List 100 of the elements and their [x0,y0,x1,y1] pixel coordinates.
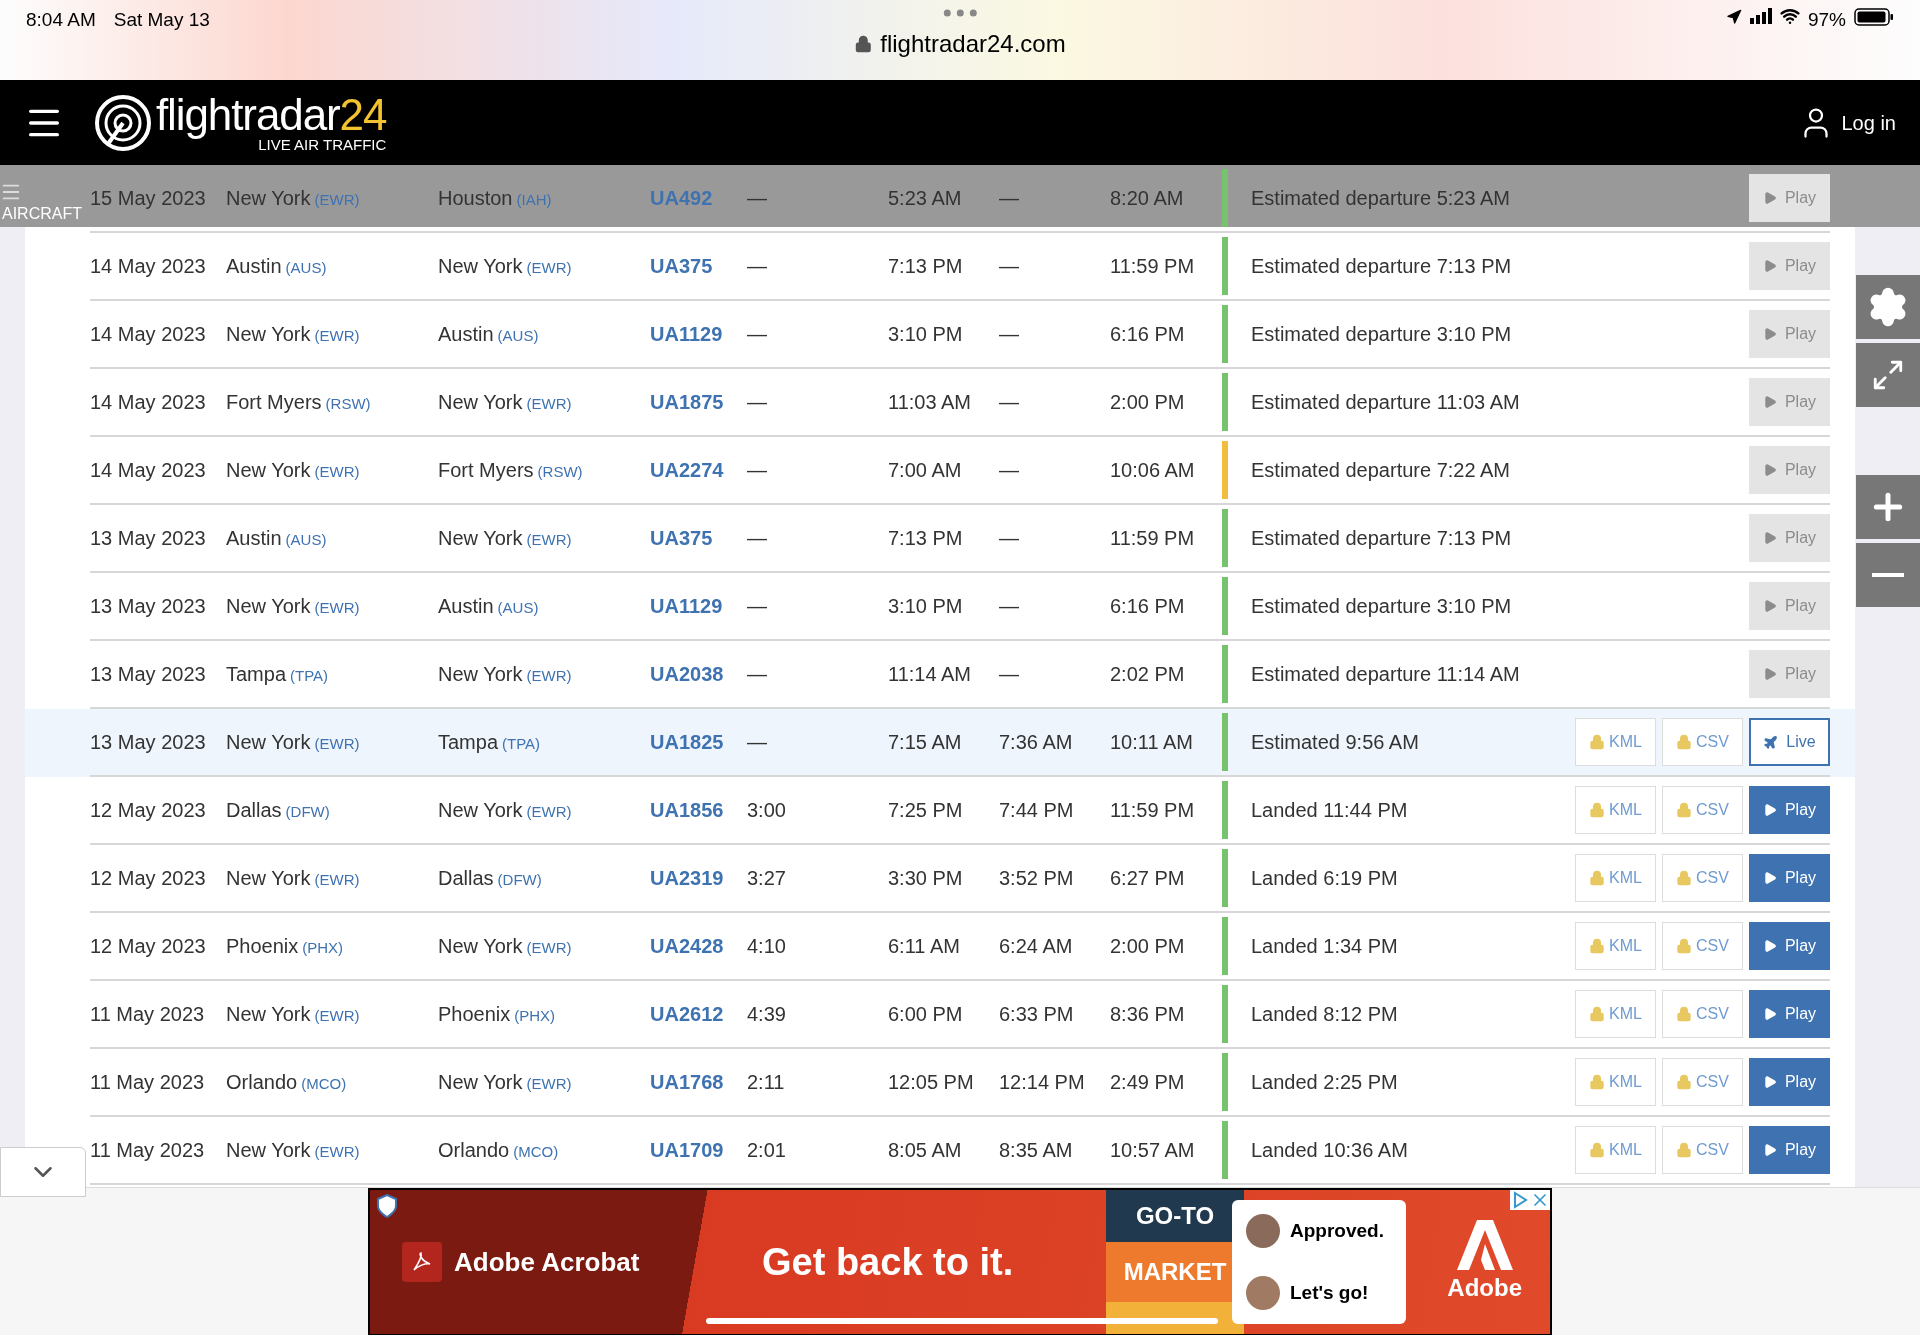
download-button[interactable]: CSV [1662,990,1743,1038]
aircraft-tab-label[interactable]: AIRCRAFT [2,205,82,223]
destination-code: (TPA) [502,734,541,754]
destination-code: (IAH) [516,190,552,210]
ad-banner[interactable]: Adobe Acrobat Get back to it. GO-TO MARKET Approved. Let's go! Adobe [368,1188,1552,1335]
flight-row[interactable]: 11 May 2023 Orlando (MCO) New York (EWR) UA1768 2:11 12:05 PM 12:14 PM 2:49 PM Landed 2:25 PM KML CSV Play [90,1049,1830,1117]
status-date: Sat May 13 [113,8,210,32]
download-button[interactable]: KML [1575,786,1656,834]
download-button[interactable]: KML [1575,854,1656,902]
zoom-in-button[interactable] [1856,475,1920,539]
duration-cell: — [747,187,767,209]
actual-departure: 6:24 AM [999,935,1073,957]
download-button[interactable]: CSV [1662,1058,1743,1106]
play-button[interactable]: Play [1749,922,1830,970]
play-button[interactable]: Play [1749,854,1830,902]
flight-number-link[interactable]: UA2319 [650,867,724,889]
lock-icon [1676,802,1693,818]
close-icon[interactable] [1530,1190,1550,1210]
status-text: Estimated departure 3:10 PM [1251,594,1513,619]
flight-number-link[interactable]: UA2612 [650,1003,724,1025]
duration-cell: — [747,459,767,481]
download-button[interactable]: CSV [1662,854,1743,902]
origin-city: New York [226,730,311,755]
download-button[interactable]: KML [1575,990,1656,1038]
adobe-wordmark: Adobe [1447,1273,1522,1303]
play-icon [1762,191,1777,205]
settings-button[interactable] [1856,275,1920,339]
flight-row[interactable]: 11 May 2023 New York (EWR) Phoenix (PHX) UA2612 4:39 6:00 PM 6:33 PM 8:36 PM Landed 8:12 PM KML CSV Play [90,981,1830,1049]
destination-code: (EWR) [526,530,572,550]
download-button[interactable]: KML [1575,718,1656,766]
arrival-time: 2:02 PM [1110,663,1185,685]
flight-row[interactable]: 11 May 2023 New York (EWR) Orlando (MCO) UA1709 2:01 8:05 AM 8:35 AM 10:57 AM Landed 10:36 AM KML CSV Play [90,1117,1830,1185]
flight-number-link[interactable]: UA375 [650,527,713,549]
download-button[interactable]: KML [1575,1058,1656,1106]
flight-number-link[interactable]: UA1709 [650,1139,724,1161]
play-button[interactable]: Play [1749,1058,1830,1106]
flight-row[interactable]: 12 May 2023 Phoenix (PHX) New York (EWR) UA2428 4:10 6:11 AM 6:24 AM 2:00 PM Landed 1:34 PM KML CSV Play [90,913,1830,981]
battery-icon [1854,7,1894,27]
destination-city: Orlando [438,1138,510,1163]
fullscreen-button[interactable] [1856,343,1920,407]
flight-number-link[interactable]: UA1875 [650,391,724,413]
download-button[interactable]: KML [1575,922,1656,970]
play-button[interactable]: Play [1749,1126,1830,1174]
lock-icon [1589,870,1606,886]
flight-number-link[interactable]: UA1825 [650,731,724,753]
url-text[interactable]: flightradar24.com [880,26,1066,62]
download-button[interactable]: CSV [1662,786,1743,834]
flight-number-link[interactable]: UA1768 [650,1071,724,1093]
flight-number-link[interactable]: UA375 [650,255,713,277]
flight-row[interactable]: 12 May 2023 New York (EWR) Dallas (DFW) UA2319 3:27 3:30 PM 3:52 PM 6:27 PM Landed 6:19 PM KML CSV Play [90,845,1830,913]
origin-code: (TPA) [290,666,329,686]
play-icon [1762,395,1777,409]
origin-code: (AUS) [285,258,327,278]
ad-choices-icon[interactable] [1510,1190,1530,1210]
ad-brand: Adobe Acrobat [454,1245,640,1279]
flight-number-link[interactable]: UA2428 [650,935,724,957]
origin-code: (EWR) [314,190,360,210]
scheduled-time: 3:10 PM [888,323,963,345]
play-button[interactable]: Play [1749,990,1830,1038]
origin-code: (EWR) [314,870,360,890]
download-button[interactable]: CSV [1662,718,1743,766]
plane-icon [1763,734,1779,750]
actual-departure: 8:35 AM [999,1139,1073,1161]
origin-code: (EWR) [314,1006,360,1026]
arrival-time: 11:59 PM [1110,255,1195,277]
destination-city: New York [438,934,523,959]
flight-number-link[interactable]: UA1856 [650,799,724,821]
destination-code: (AUS) [497,326,539,346]
origin-code: (MCO) [301,1074,347,1094]
play-button[interactable]: Play [1749,786,1830,834]
destination-city: Tampa [438,730,499,755]
play-icon [1762,599,1777,613]
flight-number-link[interactable]: UA1129 [650,595,723,617]
more-dots-icon [942,8,978,18]
arrival-time: 6:16 PM [1110,595,1185,617]
live-button[interactable]: Live [1749,718,1830,766]
scheduled-time: 7:15 AM [888,731,962,753]
destination-code: (AUS) [497,598,539,618]
flight-number-link[interactable]: UA1129 [650,323,723,345]
scheduled-time: 6:11 AM [888,935,960,957]
origin-city: Austin [226,526,282,551]
scheduled-time: 6:00 PM [888,1003,963,1025]
play-icon [1762,1143,1777,1157]
status-text: Landed 8:12 PM [1251,1002,1399,1027]
lock-icon [1676,1142,1693,1158]
play-icon [1762,531,1777,545]
download-button[interactable]: KML [1575,1126,1656,1174]
zoom-out-button[interactable] [1856,543,1920,607]
login-button[interactable]: Log in [1797,104,1896,141]
clock-time: 8:04 AM [26,8,96,32]
flight-row[interactable]: 12 May 2023 Dallas (DFW) New York (EWR) UA1856 3:00 7:25 PM 7:44 PM 11:59 PM Landed 11:44 PM KML CSV Play [90,777,1830,845]
flight-number-link[interactable]: UA2274 [650,459,724,481]
download-button[interactable]: CSV [1662,922,1743,970]
origin-city: Phoenix [226,934,299,959]
download-button[interactable]: CSV [1662,1126,1743,1174]
actual-departure: — [999,459,1019,481]
actual-departure: 3:52 PM [999,867,1074,889]
flight-number-link[interactable]: UA2038 [650,663,724,685]
destination-code: (EWR) [526,666,572,686]
expand-icon [1871,358,1905,392]
